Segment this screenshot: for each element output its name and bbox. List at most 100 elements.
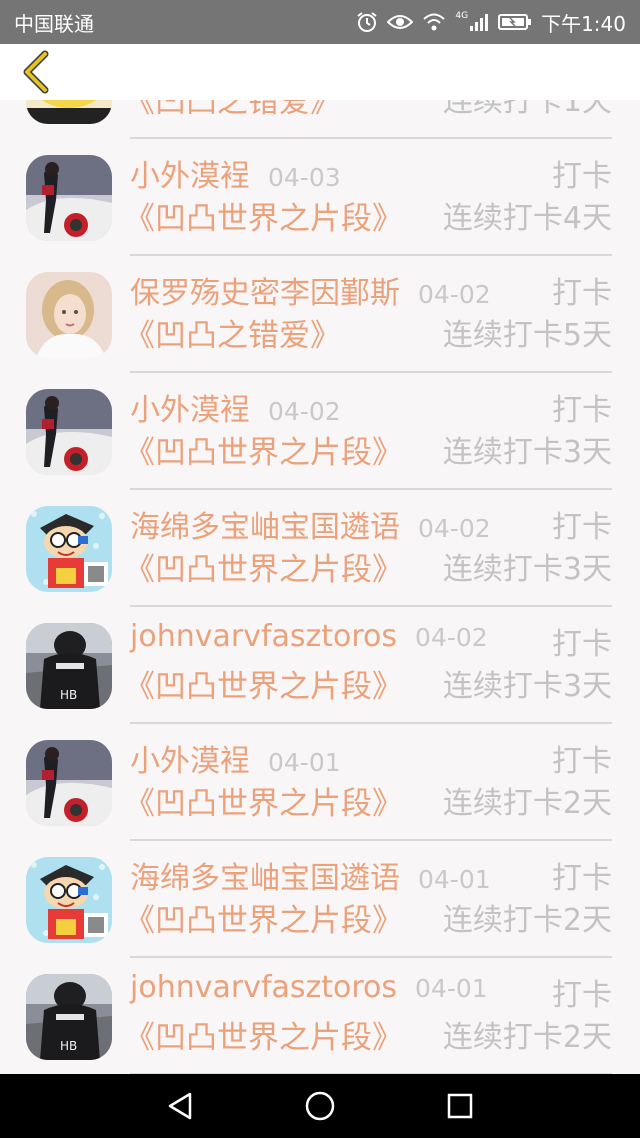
book-title[interactable]: 《凹凸世界之片段》: [124, 544, 403, 589]
nav-back-button[interactable]: [150, 1076, 210, 1136]
checkin-row[interactable]: 海绵多宝岫宝国遴语 04-01 打卡《凹凸世界之片段》 连续打卡2天: [0, 841, 640, 958]
avatar[interactable]: HB: [26, 974, 112, 1060]
avatar[interactable]: [26, 389, 112, 475]
checkin-date: 04-03: [268, 163, 341, 192]
home-circle-icon: [305, 1091, 335, 1121]
signal-icon: 4G: [455, 12, 489, 32]
book-title[interactable]: 《凹凸世界之片段》: [124, 427, 403, 472]
streak-label: 连续打卡5天: [442, 318, 612, 353]
checkin-row-body: 小外漠裎 04-03 打卡《凹凸世界之片段》 连续打卡4天: [124, 139, 612, 256]
back-button[interactable]: [14, 50, 58, 94]
book-title[interactable]: 《凹凸世界之片段》: [124, 778, 403, 823]
checkin-date: 04-01: [268, 748, 341, 777]
user-name-text: 小外漠裎: [130, 159, 250, 194]
system-nav-bar: [0, 1074, 640, 1138]
recents-square-icon: [447, 1093, 473, 1119]
streak-label: 连续打卡3天: [442, 669, 612, 704]
user-name: johnvarvfasztoros 04-02: [130, 619, 488, 654]
user-name-text: 小外漠裎: [130, 393, 250, 428]
user-name-text: 海绵多宝岫宝国遴语: [130, 510, 400, 545]
clock-label: 下午1:40: [541, 11, 626, 36]
user-name: 小外漠裎 04-01: [130, 736, 341, 780]
checkin-action-label: 打卡: [552, 159, 612, 194]
user-name-text: 保罗殇史密李因鄞斯: [130, 276, 400, 311]
checkin-action-label: 打卡: [552, 276, 612, 311]
checkin-action-label: 打卡: [552, 393, 612, 428]
streak-label: 连续打卡3天: [442, 552, 612, 587]
alarm-icon: [357, 12, 377, 32]
book-title[interactable]: 《凹凸世界之片段》: [124, 1012, 403, 1057]
checkin-row-body: 小外漠裎 04-02 打卡《凹凸世界之片段》 连续打卡3天: [124, 373, 612, 490]
checkin-date: 04-02: [268, 397, 341, 426]
back-triangle-icon: [168, 1092, 192, 1120]
checkin-action-label: 打卡: [552, 861, 612, 896]
checkin-row[interactable]: HB johnvarvfasztoros 04-02 打卡《凹凸世界之片段》 连续打卡3…: [0, 607, 640, 724]
eye-icon: [387, 15, 414, 29]
streak-label: 连续打卡2天: [442, 1020, 612, 1055]
checkin-date: 04-02: [415, 623, 488, 652]
checkin-row-body: johnvarvfasztoros 04-01 打卡《凹凸世界之片段》 连续打卡2天: [124, 958, 612, 1074]
status-icons: 4G 下午1:40: [356, 8, 626, 37]
book-title[interactable]: 《凹凸世界之片段》: [124, 895, 403, 940]
user-name-text: johnvarvfasztoros: [130, 970, 398, 1005]
top-bar: [0, 44, 640, 100]
streak-label: 连续打卡1天: [442, 100, 612, 119]
checkin-date: 04-01: [415, 974, 488, 1003]
checkin-action-label: 打卡: [552, 510, 612, 545]
nav-recents-button[interactable]: [430, 1076, 490, 1136]
avatar[interactable]: [26, 155, 112, 241]
user-name: 海绵多宝岫宝国遴语 04-01: [130, 853, 491, 897]
status-bar: 中国联通 4G 下午1:40: [0, 0, 640, 44]
avatar[interactable]: [26, 272, 112, 358]
avatar[interactable]: [26, 506, 112, 592]
user-name: 保罗殇史密李因鄞斯 04-02: [130, 268, 491, 312]
avatar[interactable]: [26, 740, 112, 826]
avatar[interactable]: [26, 100, 112, 124]
checkin-action-label: 打卡: [552, 978, 612, 1013]
svg-text:HB: HB: [60, 1039, 77, 1053]
book-title[interactable]: 《凹凸世界之片段》: [124, 661, 403, 706]
checkin-row[interactable]: 小外漠裎 04-01 打卡《凹凸世界之片段》 连续打卡2天: [0, 724, 640, 841]
checkin-row[interactable]: 海绵多宝岫宝国遴语 04-02 打卡《凹凸世界之片段》 连续打卡3天: [0, 490, 640, 607]
checkin-row[interactable]: 小外漠裎 04-03 打卡《凹凸世界之片段》 连续打卡4天: [0, 139, 640, 256]
avatar[interactable]: [26, 857, 112, 943]
user-name: 小外漠裎 04-02: [130, 385, 341, 429]
book-title[interactable]: 《凹凸之错爱》: [124, 100, 341, 121]
checkin-date: 04-01: [418, 865, 491, 894]
chevron-left-icon: [23, 50, 49, 94]
checkin-list-content: 《凹凸之错爱》 连续打卡1天 小外漠裎 04-03 打卡 《凹凸世界之片段》 连续打卡4天保…: [0, 100, 640, 1074]
streak-label: 连续打卡2天: [442, 903, 612, 938]
checkin-row[interactable]: 《凹凸之错爱》 连续打卡1天: [0, 100, 640, 139]
network-type-label: 4G: [455, 11, 469, 21]
avatar[interactable]: HB: [26, 623, 112, 709]
checkin-row-body: 《凹凸之错爱》 连续打卡1天: [124, 100, 612, 139]
checkin-row[interactable]: 保罗殇史密李因鄞斯 04-02 打卡《凹凸之错爱》 连续打卡5天: [0, 256, 640, 373]
checkin-list[interactable]: 《凹凸之错爱》 连续打卡1天 小外漠裎 04-03 打卡 《凹凸世界之片段》 连续打卡4天保…: [0, 100, 640, 1074]
streak-label: 连续打卡3天: [442, 435, 612, 470]
battery-icon: [498, 14, 532, 30]
user-name-text: 小外漠裎: [130, 744, 250, 779]
checkin-row-body: 海绵多宝岫宝国遴语 04-01 打卡《凹凸世界之片段》 连续打卡2天: [124, 841, 612, 958]
streak-label: 连续打卡2天: [442, 786, 612, 821]
nav-home-button[interactable]: [290, 1076, 350, 1136]
checkin-row-body: 保罗殇史密李因鄞斯 04-02 打卡《凹凸之错爱》 连续打卡5天: [124, 256, 612, 373]
checkin-action-label: 打卡: [552, 627, 612, 662]
checkin-row[interactable]: 小外漠裎 04-02 打卡《凹凸世界之片段》 连续打卡3天: [0, 373, 640, 490]
user-name-text: johnvarvfasztoros: [130, 619, 398, 654]
checkin-row-body: 海绵多宝岫宝国遴语 04-02 打卡《凹凸世界之片段》 连续打卡3天: [124, 490, 612, 607]
carrier-label: 中国联通: [14, 11, 94, 36]
user-name: 小外漠裎 04-03: [130, 151, 341, 195]
streak-label: 连续打卡4天: [442, 201, 612, 236]
checkin-row[interactable]: HB johnvarvfasztoros 04-01 打卡《凹凸世界之片段》 连续打卡2…: [0, 958, 640, 1074]
user-name: johnvarvfasztoros 04-01: [130, 970, 488, 1005]
checkin-date: 04-02: [418, 514, 491, 543]
user-name: 海绵多宝岫宝国遴语 04-02: [130, 502, 491, 546]
checkin-date: 04-02: [418, 280, 491, 309]
checkin-row-body: 小外漠裎 04-01 打卡《凹凸世界之片段》 连续打卡2天: [124, 724, 612, 841]
book-title[interactable]: 《凹凸世界之片段》: [124, 193, 403, 238]
user-name-text: 海绵多宝岫宝国遴语: [130, 861, 400, 896]
checkin-action-label: 打卡: [552, 744, 612, 779]
checkin-row-body: johnvarvfasztoros 04-02 打卡《凹凸世界之片段》 连续打卡3天: [124, 607, 612, 724]
book-title[interactable]: 《凹凸之错爱》: [124, 310, 341, 355]
wifi-icon: [423, 13, 446, 31]
